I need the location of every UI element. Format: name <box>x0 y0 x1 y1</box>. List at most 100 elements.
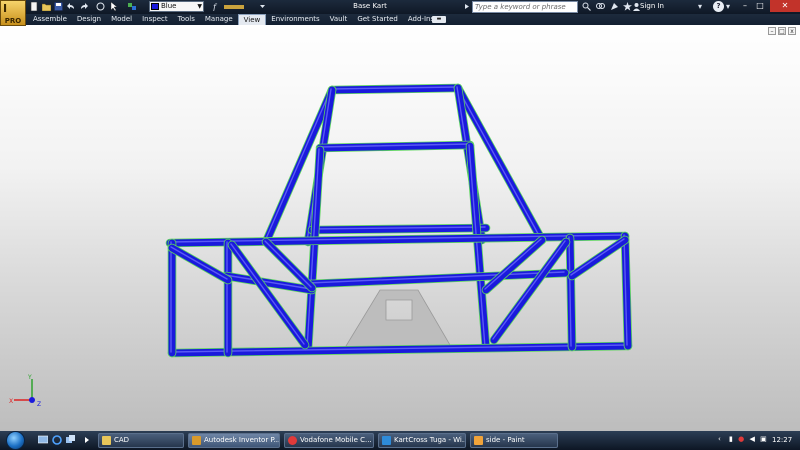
front-post-right-body <box>466 142 490 352</box>
taskbar-item-label: CAD <box>114 436 130 444</box>
roll-bar-cross[interactable] <box>315 140 475 153</box>
open-folder-icon[interactable] <box>42 2 51 11</box>
right-diagonal-brace-body <box>490 238 570 344</box>
window-close-button[interactable]: ✕ <box>770 0 800 12</box>
taskbar-item[interactable]: Vodafone Mobile C... <box>284 433 374 448</box>
color-override-select[interactable]: Blue ▼ <box>149 1 204 12</box>
front-post-right-highlight <box>468 144 486 348</box>
save-icon[interactable] <box>54 2 63 11</box>
tab-tools[interactable]: Tools <box>173 14 200 25</box>
function-icon[interactable]: f <box>212 2 221 11</box>
application-menu-button[interactable]: I PRO <box>0 0 26 26</box>
show-desktop-icon[interactable] <box>38 435 48 445</box>
undo-icon[interactable] <box>67 2 76 11</box>
view-triad: Y X Z <box>9 374 41 408</box>
chassis-right-end[interactable] <box>620 231 633 351</box>
triad-y-label: Y <box>27 374 32 381</box>
color-override-value: Blue <box>161 2 177 10</box>
vodafone-tray-icon[interactable]: ● <box>738 435 744 443</box>
chassis-left-end[interactable] <box>167 238 177 358</box>
ribbon-minimize-toggle[interactable]: ▬ <box>432 16 446 23</box>
taskbar-item[interactable]: Autodesk Inventor P... <box>188 433 280 448</box>
front-post-left[interactable] <box>303 145 325 355</box>
tab-vault[interactable]: Vault <box>325 14 353 25</box>
chevron-down-icon: ▼ <box>197 3 202 10</box>
display-icon[interactable]: ▣ <box>760 435 767 443</box>
volume-icon[interactable]: ◀ <box>749 435 754 443</box>
triad-z-axis <box>29 397 35 403</box>
select-icon[interactable] <box>110 2 119 11</box>
sign-in-link[interactable]: Sign In <box>640 2 664 10</box>
taskbar-item[interactable]: side - Paint <box>470 433 558 448</box>
system-tray: ‹ ▮ ● ◀ ▣ <box>718 435 767 443</box>
tab-view[interactable]: View <box>237 14 267 25</box>
taskbar-item[interactable]: CAD <box>98 433 184 448</box>
tab-manage[interactable]: Manage <box>200 14 238 25</box>
paint-icon <box>474 436 483 445</box>
right-end-brace-body <box>568 236 629 280</box>
taskbar-item-label: Vodafone Mobile C... <box>300 436 372 444</box>
roll-bar-lower-cross[interactable] <box>307 223 491 235</box>
svg-text:f: f <box>212 3 218 11</box>
roll-bar-top[interactable] <box>327 83 463 95</box>
color-swatch <box>151 3 159 10</box>
inventor-icon <box>192 436 201 445</box>
inventor-logo-icon: I <box>3 2 8 15</box>
vodafone-icon <box>288 436 297 445</box>
tab-model[interactable]: Model <box>106 14 137 25</box>
chassis-bottom-rail[interactable] <box>167 341 633 358</box>
favorites-star-icon[interactable] <box>623 2 632 11</box>
communication-center-icon[interactable] <box>610 2 619 11</box>
taskbar-clock[interactable]: 12:27 <box>772 436 792 444</box>
window-maximize-button[interactable]: □ <box>753 0 767 12</box>
window-minimize-button[interactable]: – <box>738 0 752 12</box>
chevron-down-icon[interactable]: ▾ <box>726 2 730 12</box>
help-icon[interactable]: ? <box>713 1 724 12</box>
graphics-window[interactable]: – □ x Y X Z <box>0 25 800 431</box>
search-input[interactable]: Type a keyword or phrase <box>472 1 578 13</box>
chassis-top-rail-body <box>166 232 629 247</box>
switch-windows-icon[interactable] <box>66 435 76 445</box>
internet-explorer-icon[interactable] <box>52 435 62 445</box>
tab-get-started[interactable]: Get Started <box>352 14 403 25</box>
customize-dropdown-icon[interactable] <box>258 2 267 11</box>
tray-expand-icon[interactable]: ‹ <box>718 435 721 443</box>
triad-x-label: X <box>9 398 13 405</box>
tab-assemble[interactable]: Assemble <box>28 14 72 25</box>
title-bar: I PRO Blue ▼ f Base Kart Type a keyword … <box>0 0 800 26</box>
seat-cross-bar[interactable] <box>305 268 570 289</box>
left-end-brace-highlight <box>170 246 228 280</box>
taskbar-item-label: side - Paint <box>486 436 525 444</box>
browser-icon <box>382 436 391 445</box>
tab-environments[interactable]: Environments <box>266 14 324 25</box>
application-menu-label: PRO <box>4 17 22 25</box>
chassis-left-post[interactable] <box>223 238 233 358</box>
right-end-brace[interactable] <box>567 235 630 281</box>
subscription-icon[interactable] <box>596 2 605 11</box>
left-end-brace[interactable] <box>167 243 233 285</box>
chevron-down-icon[interactable]: ▾ <box>698 2 702 12</box>
front-post-right[interactable] <box>465 141 491 353</box>
taskbar-item[interactable]: KartCross Tuga - Wi... <box>378 433 466 448</box>
quick-launch-expand-icon[interactable] <box>84 435 92 445</box>
chassis-top-rail[interactable] <box>165 231 630 248</box>
ribbon-tabs: Assemble Design Model Inspect Tools Manage Vie… <box>28 14 439 25</box>
chassis-bottom-rail-body <box>168 342 632 357</box>
floor-plate[interactable] <box>345 289 451 353</box>
taskbar-item-label: KartCross Tuga - Wi... <box>394 436 466 444</box>
network-icon[interactable]: ▮ <box>729 435 733 443</box>
start-button[interactable] <box>6 431 25 450</box>
new-file-icon[interactable] <box>30 2 39 11</box>
redo-icon[interactable] <box>79 2 88 11</box>
kart-frame-model[interactable] <box>0 25 800 431</box>
windows-taskbar: CAD Autodesk Inventor P... Vodafone Mobile… <box>0 431 800 450</box>
expand-search-icon[interactable] <box>463 2 472 11</box>
measure-icon[interactable] <box>224 2 246 11</box>
tab-design[interactable]: Design <box>72 14 106 25</box>
material-icon[interactable] <box>128 2 137 11</box>
left-diagonal-brace[interactable] <box>227 240 310 350</box>
chassis-right-post[interactable] <box>565 233 577 352</box>
tab-inspect[interactable]: Inspect <box>137 14 173 25</box>
update-icon[interactable] <box>96 2 105 11</box>
search-icon[interactable] <box>582 2 591 11</box>
